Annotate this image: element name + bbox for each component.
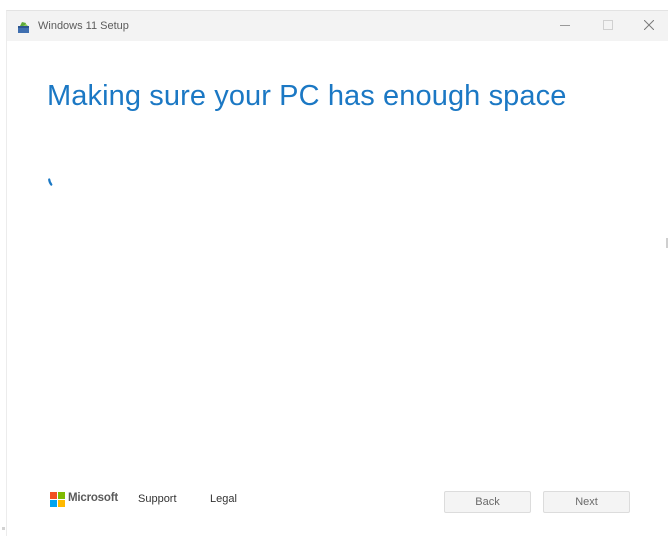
back-button[interactable]: Back <box>444 491 531 513</box>
microsoft-brand-label: Microsoft <box>68 492 118 504</box>
loading-spinner-icon <box>47 177 59 189</box>
close-icon <box>643 17 655 35</box>
minimize-button[interactable] <box>544 11 586 41</box>
microsoft-logo-icon <box>50 492 65 507</box>
minimize-icon <box>560 17 570 35</box>
maximize-icon <box>603 17 613 35</box>
page-title: Making sure your PC has enough space <box>47 80 567 112</box>
legal-link[interactable]: Legal <box>210 493 237 505</box>
support-link[interactable]: Support <box>138 493 177 505</box>
window-corner-mark <box>2 527 5 530</box>
title-bar[interactable]: Windows 11 Setup <box>7 11 668 41</box>
maximize-button[interactable] <box>587 11 629 41</box>
setup-window: Windows 11 Setup Making sure your PC has… <box>6 10 668 536</box>
next-button[interactable]: Next <box>543 491 630 513</box>
close-button[interactable] <box>628 11 668 41</box>
setup-box-icon <box>17 20 30 33</box>
window-title: Windows 11 Setup <box>38 20 129 32</box>
